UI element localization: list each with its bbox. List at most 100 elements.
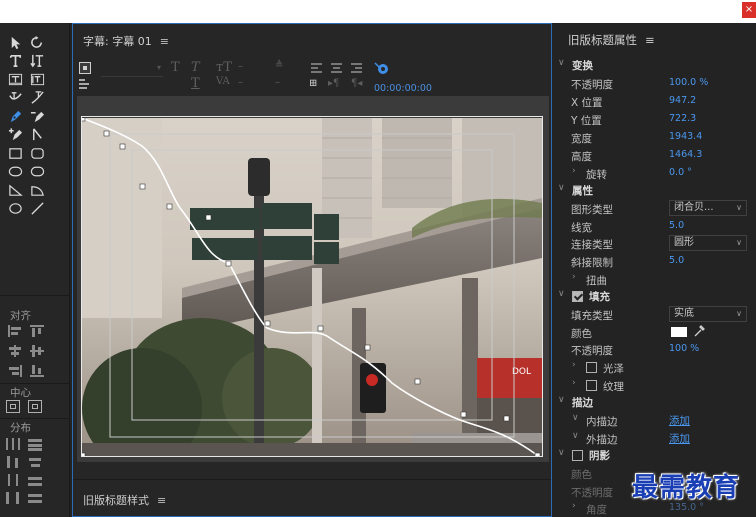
distribute-v-space-icon[interactable] bbox=[28, 492, 42, 504]
roll-crawl-icon[interactable] bbox=[79, 79, 91, 89]
chevron-right-icon[interactable]: › bbox=[572, 360, 576, 370]
play-back-icon[interactable]: ▸¶ bbox=[328, 78, 339, 89]
timecode-display[interactable]: 00:00:00:00 bbox=[374, 83, 432, 94]
kerning-value-dash: – bbox=[238, 77, 243, 88]
selection-tool-icon[interactable] bbox=[4, 33, 26, 52]
arc-tool-icon[interactable] bbox=[26, 181, 48, 200]
close-icon[interactable]: × bbox=[742, 2, 756, 18]
clipped-rectangle-tool-icon[interactable] bbox=[4, 163, 26, 182]
area-type-tool-icon[interactable] bbox=[4, 70, 26, 89]
ellipse-tool-icon[interactable] bbox=[4, 200, 26, 219]
align-center-text-icon[interactable] bbox=[331, 63, 342, 73]
distort-row[interactable]: › 扭曲 bbox=[554, 271, 756, 289]
align-right-text-icon[interactable] bbox=[351, 63, 362, 73]
distribute-right-icon[interactable] bbox=[6, 474, 20, 486]
vertical-path-type-tool-icon[interactable] bbox=[26, 89, 48, 108]
distribute-left-icon[interactable] bbox=[6, 438, 20, 450]
texture-checkbox[interactable] bbox=[586, 380, 597, 391]
distribute-center-v-icon[interactable] bbox=[28, 456, 42, 468]
vertical-area-type-tool-icon[interactable] bbox=[26, 70, 48, 89]
height-value[interactable]: 1464.3 bbox=[669, 149, 702, 160]
menu-icon[interactable]: ≡ bbox=[645, 33, 655, 47]
width-value[interactable]: 1943.4 bbox=[669, 131, 702, 142]
menu-icon[interactable]: ≡ bbox=[160, 35, 169, 48]
fill-opacity-value[interactable]: 100 % bbox=[669, 343, 699, 354]
shadow-checkbox[interactable] bbox=[572, 450, 583, 461]
rectangle-tool-icon[interactable] bbox=[4, 144, 26, 163]
chevron-down-icon[interactable]: ∨ bbox=[558, 183, 565, 193]
chevron-down-icon[interactable]: ∨ bbox=[558, 448, 565, 458]
fill-color-swatch[interactable] bbox=[671, 327, 687, 337]
safe-margins-icon[interactable] bbox=[374, 61, 390, 75]
shadow-group[interactable]: ∨ 阴影 bbox=[554, 447, 756, 465]
rotation-value[interactable]: 0.0 ° bbox=[669, 167, 692, 178]
align-top-icon[interactable] bbox=[30, 325, 44, 337]
type-tool-icon[interactable] bbox=[4, 52, 26, 71]
chevron-down-icon[interactable]: ∨ bbox=[572, 431, 579, 441]
chevron-down-icon[interactable]: ∨ bbox=[558, 58, 565, 68]
tab-stops-icon[interactable]: ⊞ bbox=[309, 78, 317, 89]
wedge-tool-icon[interactable] bbox=[4, 181, 26, 200]
distribute-center-h-icon[interactable] bbox=[6, 456, 20, 468]
convert-anchor-tool-icon[interactable] bbox=[26, 126, 48, 145]
fill-group[interactable]: ∨ 填充 bbox=[554, 288, 756, 306]
distribute-bottom-icon[interactable] bbox=[28, 474, 42, 486]
join-type-select[interactable]: 圆形 ∨ bbox=[669, 235, 747, 251]
eyedropper-icon[interactable] bbox=[692, 324, 706, 338]
chevron-down-icon[interactable]: ∨ bbox=[572, 413, 579, 423]
bold-icon[interactable]: T bbox=[171, 60, 180, 75]
transform-group[interactable]: ∨ 变换 bbox=[554, 57, 756, 75]
italic-icon[interactable]: T bbox=[191, 60, 200, 75]
play-forward-icon[interactable]: ¶◂ bbox=[351, 78, 362, 89]
fill-type-select[interactable]: 实底 ∨ bbox=[669, 306, 747, 322]
chevron-right-icon[interactable]: › bbox=[572, 272, 576, 282]
align-left-text-icon[interactable] bbox=[311, 63, 322, 73]
leading-value-dash: – bbox=[275, 77, 280, 88]
line-tool-icon[interactable] bbox=[26, 200, 48, 219]
leading-icon[interactable]: ≜ bbox=[275, 60, 283, 71]
video-frame[interactable]: DOL bbox=[82, 118, 542, 456]
center-vertical-icon[interactable] bbox=[28, 400, 42, 413]
transform-opacity-value[interactable]: 100.0 % bbox=[669, 77, 708, 88]
rounded-rectangle-tool-icon[interactable] bbox=[26, 144, 48, 163]
sheen-checkbox[interactable] bbox=[586, 362, 597, 373]
chevron-down-icon[interactable]: ∨ bbox=[558, 289, 565, 299]
attributes-group[interactable]: ∨ 属性 bbox=[554, 182, 756, 200]
delete-anchor-tool-icon[interactable] bbox=[26, 107, 48, 126]
center-horizontal-icon[interactable] bbox=[6, 400, 20, 413]
rounded-corner-rectangle-tool-icon[interactable] bbox=[26, 163, 48, 182]
miter-limit-value[interactable]: 5.0 bbox=[669, 255, 684, 266]
font-family-select[interactable]: ▾ bbox=[101, 61, 163, 77]
align-bottom-icon[interactable] bbox=[30, 365, 44, 377]
kerning-icon[interactable]: VA bbox=[216, 76, 230, 87]
y-position-value[interactable]: 722.3 bbox=[669, 113, 696, 124]
menu-icon[interactable]: ≡ bbox=[157, 494, 166, 507]
add-anchor-tool-icon[interactable] bbox=[4, 126, 26, 145]
new-title-icon[interactable] bbox=[79, 62, 91, 74]
font-size-icon[interactable]: ᴛT bbox=[216, 60, 232, 75]
texture-row[interactable]: › 纹理 bbox=[554, 377, 756, 395]
align-center-h-icon[interactable] bbox=[8, 345, 22, 357]
x-position-value[interactable]: 947.2 bbox=[669, 95, 696, 106]
path-type-tool-icon[interactable] bbox=[4, 89, 26, 108]
chevron-down-icon[interactable]: ∨ bbox=[558, 395, 565, 405]
pen-tool-icon[interactable] bbox=[4, 107, 26, 126]
chevron-right-icon[interactable]: › bbox=[572, 166, 576, 176]
distribute-h-space-icon[interactable] bbox=[6, 492, 20, 504]
add-outer-stroke-link[interactable]: 添加 bbox=[669, 431, 690, 446]
align-left-icon[interactable] bbox=[8, 325, 22, 337]
distribute-top-icon[interactable] bbox=[28, 438, 42, 451]
line-width-value[interactable]: 5.0 bbox=[669, 220, 684, 231]
rotation-tool-icon[interactable] bbox=[26, 33, 48, 52]
vertical-type-tool-icon[interactable] bbox=[26, 52, 48, 71]
add-inner-stroke-link[interactable]: 添加 bbox=[669, 413, 690, 428]
underline-icon[interactable]: T bbox=[191, 76, 200, 91]
align-center-v-icon[interactable] bbox=[30, 345, 44, 357]
align-right-icon[interactable] bbox=[8, 365, 22, 377]
fill-checkbox[interactable] bbox=[572, 291, 583, 302]
stroke-group[interactable]: ∨ 描边 bbox=[554, 394, 756, 412]
sheen-row[interactable]: › 光泽 bbox=[554, 359, 756, 377]
chevron-right-icon[interactable]: › bbox=[572, 501, 576, 511]
graphic-type-select[interactable]: 闭合贝... ∨ bbox=[669, 200, 747, 216]
chevron-right-icon[interactable]: › bbox=[572, 378, 576, 388]
